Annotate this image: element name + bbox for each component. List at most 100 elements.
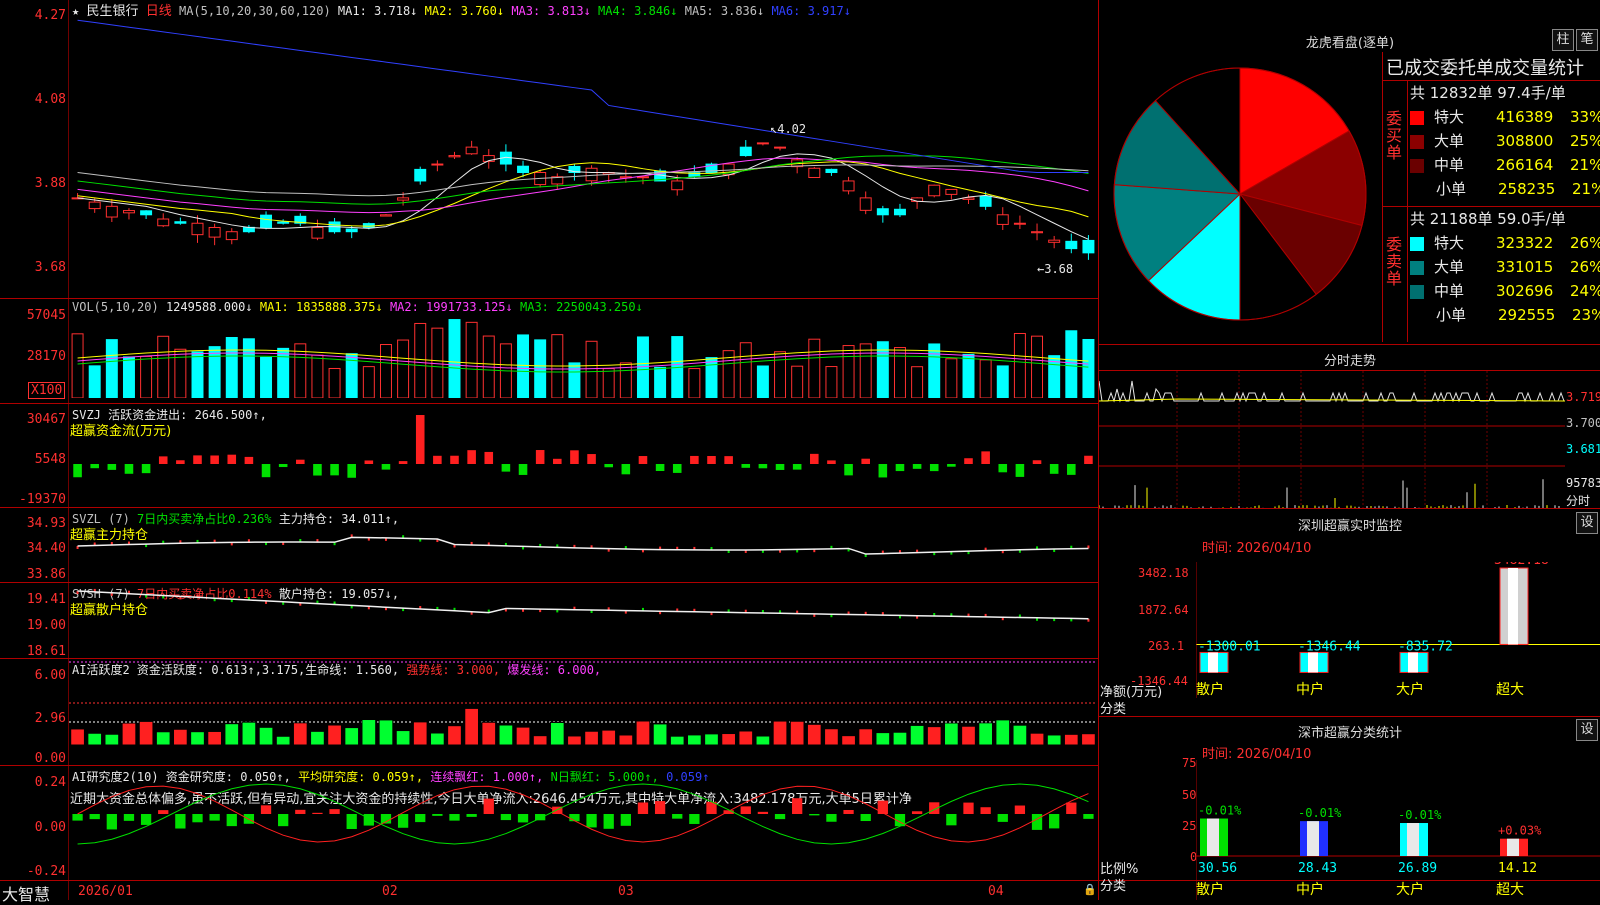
ai2-bar [175, 814, 186, 829]
intraday-chart[interactable] [1099, 371, 1565, 509]
volume-bar [397, 339, 410, 398]
volume-bar [225, 337, 238, 398]
bar-mode-button[interactable]: 柱 [1552, 29, 1574, 51]
buy-label: 委买单 [1386, 109, 1403, 162]
svzj-bar [347, 464, 356, 478]
ai1-bar [549, 721, 565, 746]
ai1-axis-mid: 2.96 [34, 711, 66, 726]
volume-bar [945, 358, 958, 398]
volume-bar [825, 366, 838, 398]
svzj-bar [227, 454, 237, 464]
volume-bar [242, 338, 255, 398]
kline-candle [517, 165, 530, 173]
ai2-bar [1083, 814, 1094, 819]
ai2-bar [826, 814, 837, 822]
ai1-bar [755, 735, 771, 746]
sz-class-xlabel: 分类 [1100, 879, 1127, 894]
volume-bar [517, 334, 530, 398]
stroke-mode-button[interactable]: 笔 [1576, 29, 1598, 51]
sz-class-value-label: 30.56 [1198, 861, 1237, 876]
intraday-axis-bot: 3.681 [1566, 442, 1600, 456]
volume-bar [71, 333, 84, 398]
intraday-axis-mid: 3.700 [1566, 416, 1600, 430]
ai2-bar [586, 814, 597, 828]
ai1-chart [69, 661, 1097, 746]
svzj-bar [1032, 460, 1042, 464]
sz-class-value-label: 26.89 [1398, 861, 1437, 876]
sz-class-settings-button[interactable]: 设 [1576, 719, 1598, 741]
volume-bar [859, 343, 872, 398]
volume-bar [739, 342, 752, 398]
kline-candle [825, 168, 838, 173]
kline-candle [842, 180, 855, 192]
volume-bar [911, 366, 924, 398]
ai2-chart [72, 783, 1094, 845]
buy-summary: 共 12832单 97.4手/单 [1410, 84, 1566, 102]
ai2-bar [877, 800, 888, 814]
sz-class-bar-3 [1400, 823, 1428, 856]
svzj-bar [158, 456, 168, 464]
volume-bar [105, 339, 118, 398]
svzj-bar [535, 450, 545, 464]
ai1-bar [275, 735, 291, 746]
lock-icon[interactable]: 🔒 [1083, 883, 1097, 896]
svzj-bar [553, 458, 562, 464]
kline-candle [311, 226, 324, 239]
sz-monitor-axis-1: 1872.64 [1138, 603, 1189, 617]
kline-candle [397, 197, 410, 201]
svzl-axis-mid: 34.40 [26, 541, 66, 556]
ai2-bar [192, 814, 203, 823]
sell-rows-row: 大单 331015 26% [1410, 256, 1600, 280]
sz-class-chart: -0.01% 30.56 散户 -0.01% 28.43 中户 -0.01% 26.89 大户 +… [1196, 760, 1600, 900]
ai1-bar [1081, 733, 1096, 746]
svzj-axis-top: 30467 [26, 412, 66, 427]
ai1-bar [190, 731, 205, 746]
volume-bar [654, 366, 667, 398]
svzj-bar [501, 464, 511, 472]
intraday-vol-label: 分时 [1566, 494, 1591, 508]
volume-bar [928, 343, 941, 398]
kline-candle [414, 168, 427, 182]
ai1-bar [909, 724, 925, 746]
ai2-bar [346, 814, 357, 830]
brand-label: 大智慧 [2, 885, 51, 904]
sz-class-bar-1 [1200, 818, 1228, 856]
ai1-bar [532, 735, 548, 746]
volume-bar [756, 365, 769, 398]
svzj-chart [73, 415, 1093, 478]
ai1-bar [1029, 732, 1045, 746]
kline-candle [1082, 239, 1095, 254]
sz-class-bar-2 [1300, 821, 1328, 856]
kline-candle [379, 214, 392, 217]
sz-monitor-value-label: -1346.44 [1298, 639, 1361, 654]
volume-bar [140, 355, 153, 398]
svzj-bar [929, 464, 939, 472]
ai2-bar [774, 814, 786, 820]
row-volume: 266164 [1496, 156, 1554, 174]
ai2-bar [1066, 802, 1077, 814]
sz-monitor-axis-2: 263.1 [1148, 639, 1185, 653]
sz-class-value-label: 14.12 [1498, 861, 1537, 876]
volume-bar [705, 357, 718, 398]
legend-swatch [1410, 307, 1426, 324]
kline-candle [431, 163, 444, 166]
ai2-bar [312, 812, 323, 814]
sz-class-change-label: -0.01% [1298, 806, 1342, 820]
ai1-bar [395, 730, 411, 746]
ai1-bar [121, 722, 137, 746]
kline-candle [345, 228, 358, 233]
vol-unit-button[interactable]: X100 [28, 382, 66, 399]
kline-chart[interactable] [69, 14, 1097, 298]
legend-swatch [1410, 110, 1424, 125]
ai1-bar [173, 728, 188, 746]
sz-class-axis-2: 25 [1182, 819, 1197, 833]
row-name: 中单 [1434, 156, 1465, 174]
svzj-bar [638, 456, 648, 464]
svzj-bar [741, 464, 751, 468]
ai2-bar [278, 814, 289, 827]
sz-monitor-settings-button[interactable]: 设 [1576, 512, 1598, 534]
kline-candle [122, 210, 135, 214]
volume-bar [362, 366, 375, 398]
price-high-label: ↖4.02 [770, 122, 807, 136]
svzj-bar [947, 464, 956, 467]
